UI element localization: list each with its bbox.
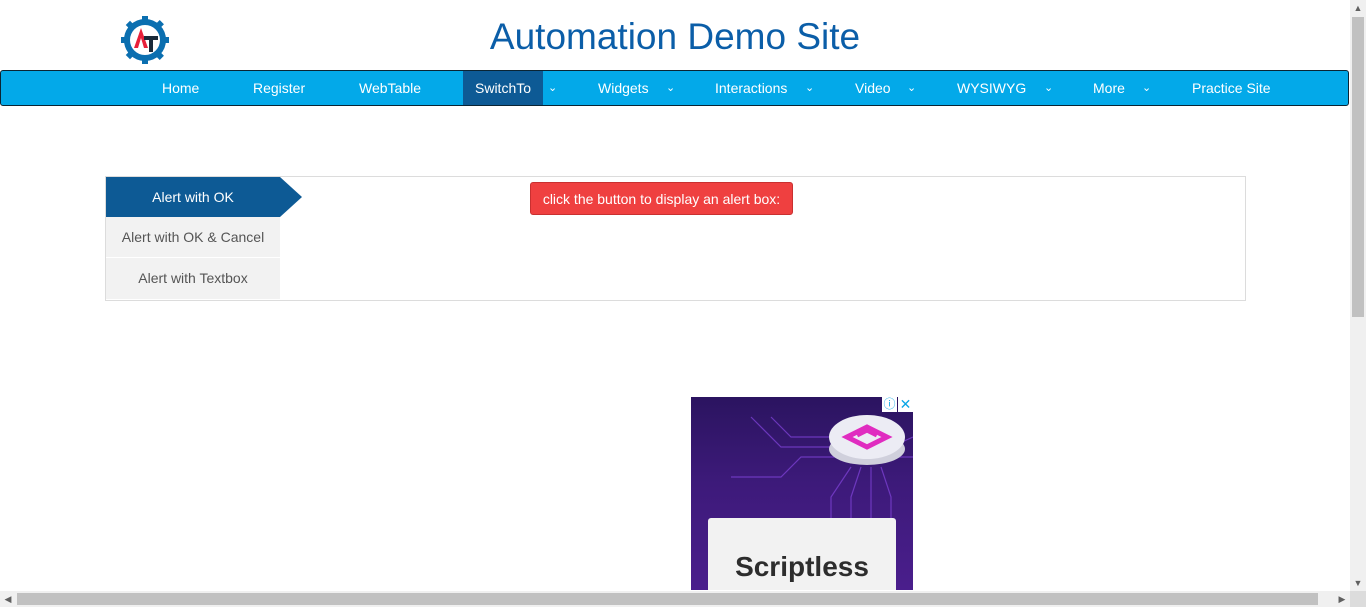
nav-item-webtable[interactable]: WebTable — [359, 71, 421, 105]
nav-item-interactions[interactable]: Interactions — [715, 71, 787, 105]
scrollbar-corner — [1350, 591, 1366, 607]
chevron-down-icon[interactable]: ⌄ — [548, 71, 557, 105]
nav-item-practice-site[interactable]: Practice Site — [1192, 71, 1271, 105]
ad-info-icon[interactable]: ⓘ — [882, 397, 897, 412]
vertical-scroll-thumb[interactable] — [1352, 17, 1364, 317]
nav-item-wysiwyg[interactable]: WYSIWYG — [957, 71, 1026, 105]
site-title: Automation Demo Site — [489, 16, 861, 57]
chevron-down-icon[interactable]: ⌄ — [1142, 71, 1151, 105]
ad-card: Scriptless — [708, 518, 896, 590]
display-alert-button[interactable]: click the button to display an alert box… — [530, 182, 793, 215]
nav-item-widgets[interactable]: Widgets — [598, 71, 649, 105]
horizontal-scroll-thumb[interactable] — [17, 593, 1318, 605]
nav-item-video[interactable]: Video — [855, 71, 891, 105]
nav-item-home[interactable]: Home — [162, 71, 199, 105]
main-navbar: Home Register WebTable SwitchTo ⌄ Widget… — [0, 70, 1349, 106]
chevron-down-icon[interactable]: ⌄ — [805, 71, 814, 105]
scroll-right-arrow-icon[interactable]: ▶ — [1334, 591, 1350, 607]
chevron-down-icon[interactable]: ⌄ — [907, 71, 916, 105]
tab-alert-with-textbox[interactable]: Alert with Textbox — [106, 258, 280, 299]
ad-close-icon[interactable]: ✕ — [898, 397, 913, 412]
tab-alert-with-ok[interactable]: Alert with OK — [106, 177, 280, 217]
nav-item-more[interactable]: More — [1093, 71, 1125, 105]
ad-headline: Scriptless — [735, 551, 869, 582]
nav-item-register[interactable]: Register — [253, 71, 305, 105]
scroll-up-arrow-icon[interactable]: ▲ — [1350, 0, 1366, 16]
chevron-down-icon[interactable]: ⌄ — [1044, 71, 1053, 105]
tab-alert-with-ok-cancel[interactable]: Alert with OK & Cancel — [106, 217, 280, 257]
scroll-left-arrow-icon[interactable]: ◀ — [0, 591, 16, 607]
scroll-down-arrow-icon[interactable]: ▼ — [1350, 575, 1366, 591]
active-tab-arrow — [280, 177, 302, 217]
nav-item-switchto[interactable]: SwitchTo — [463, 71, 544, 105]
advertisement[interactable]: Scriptless — [691, 397, 913, 590]
chevron-down-icon[interactable]: ⌄ — [666, 71, 675, 105]
